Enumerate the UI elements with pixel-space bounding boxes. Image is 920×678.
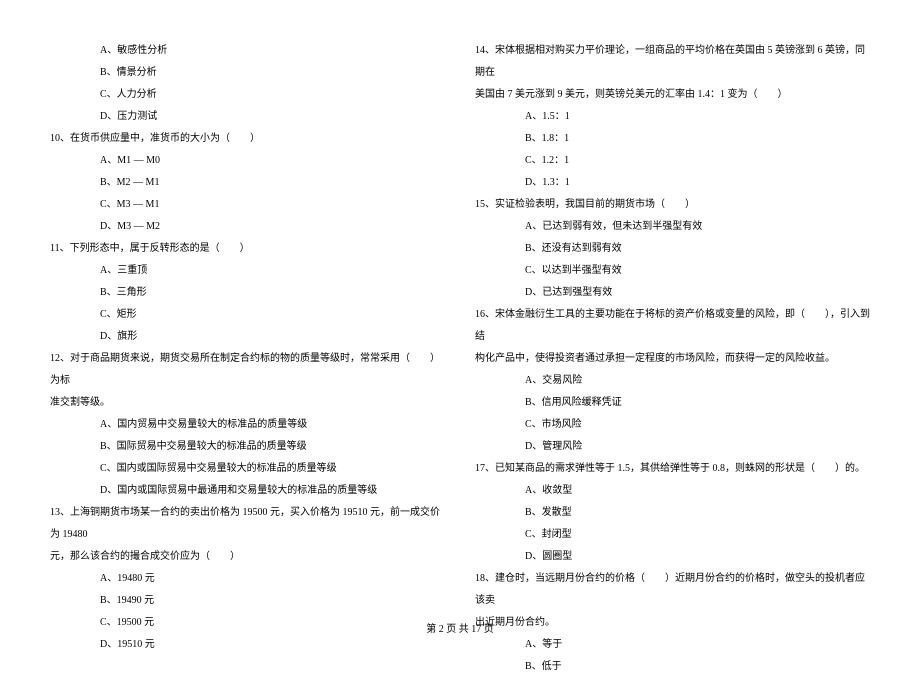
q16-stem-cont: 构化产品中，使得投资者通过承担一定程度的市场风险，而获得一定的风险收益。 bbox=[475, 348, 870, 370]
q15-option-d: D、已达到强型有效 bbox=[525, 282, 870, 304]
q13-option-b: B、19490 元 bbox=[100, 590, 445, 612]
q17-stem: 17、已知某商品的需求弹性等于 1.5，其供给弹性等于 0.8，则蛛网的形状是（… bbox=[475, 458, 870, 480]
q18-option-b: B、低于 bbox=[525, 656, 870, 678]
page-content: A、敏感性分析 B、情景分析 C、人力分析 D、压力测试 10、在货币供应量中，… bbox=[50, 40, 870, 600]
q11-option-d: D、旗形 bbox=[100, 326, 445, 348]
q18-option-a: A、等于 bbox=[525, 634, 870, 656]
q9-option-c: C、人力分析 bbox=[100, 84, 445, 106]
q12-stem: 12、对于商品期货来说，期货交易所在制定合约标的物的质量等级时，常常采用（ ）为… bbox=[50, 348, 445, 392]
q13-stem-cont: 元，那么该合约的撮合成交价应为（ ） bbox=[50, 546, 445, 568]
q16-option-d: D、管理风险 bbox=[525, 436, 870, 458]
q10-stem: 10、在货币供应量中，准货币的大小为（ ） bbox=[50, 128, 445, 150]
q17-option-b: B、发散型 bbox=[525, 502, 870, 524]
q15-stem: 15、实证检验表明，我国目前的期货市场（ ） bbox=[475, 194, 870, 216]
q14-option-d: D、1.3：1 bbox=[525, 172, 870, 194]
q11-option-a: A、三重顶 bbox=[100, 260, 445, 282]
page-footer: 第 2 页 共 17 页 bbox=[0, 620, 920, 635]
q11-stem: 11、下列形态中，属于反转形态的是（ ） bbox=[50, 238, 445, 260]
q12-option-a: A、国内贸易中交易量较大的标准品的质量等级 bbox=[100, 414, 445, 436]
q9-option-a: A、敏感性分析 bbox=[100, 40, 445, 62]
q15-option-a: A、已达到弱有效，但未达到半强型有效 bbox=[525, 216, 870, 238]
q13-option-a: A、19480 元 bbox=[100, 568, 445, 590]
q10-option-a: A、M1 — M0 bbox=[100, 150, 445, 172]
q13-stem: 13、上海铜期货市场某一合约的卖出价格为 19500 元，买入价格为 19510… bbox=[50, 502, 445, 546]
left-column: A、敏感性分析 B、情景分析 C、人力分析 D、压力测试 10、在货币供应量中，… bbox=[50, 40, 445, 600]
q17-option-c: C、封闭型 bbox=[525, 524, 870, 546]
q14-option-a: A、1.5：1 bbox=[525, 106, 870, 128]
q9-option-b: B、情景分析 bbox=[100, 62, 445, 84]
q14-stem: 14、宋体根据相对购买力平价理论，一组商品的平均价格在英国由 5 英镑涨到 6 … bbox=[475, 40, 870, 84]
q14-option-b: B、1.8：1 bbox=[525, 128, 870, 150]
q10-option-d: D、M3 — M2 bbox=[100, 216, 445, 238]
q18-stem: 18、建仓时，当远期月份合约的价格（ ）近期月份合约的价格时，做空头的投机者应该… bbox=[475, 568, 870, 612]
q12-option-c: C、国内或国际贸易中交易量较大的标准品的质量等级 bbox=[100, 458, 445, 480]
q15-option-c: C、以达到半强型有效 bbox=[525, 260, 870, 282]
q15-option-b: B、还没有达到弱有效 bbox=[525, 238, 870, 260]
q9-option-d: D、压力测试 bbox=[100, 106, 445, 128]
q11-option-c: C、矩形 bbox=[100, 304, 445, 326]
q12-option-d: D、国内或国际贸易中最通用和交易量较大的标准品的质量等级 bbox=[100, 480, 445, 502]
q12-stem-cont: 准交割等级。 bbox=[50, 392, 445, 414]
q16-option-b: B、信用风险缓释凭证 bbox=[525, 392, 870, 414]
q13-option-d: D、19510 元 bbox=[100, 634, 445, 656]
q10-option-c: C、M3 — M1 bbox=[100, 194, 445, 216]
q16-option-a: A、交易风险 bbox=[525, 370, 870, 392]
q14-stem-cont: 美国由 7 美元涨到 9 美元，则英镑兑美元的汇率由 1.4：1 变为（ ） bbox=[475, 84, 870, 106]
q12-option-b: B、国际贸易中交易量较大的标准品的质量等级 bbox=[100, 436, 445, 458]
q17-option-d: D、圆圈型 bbox=[525, 546, 870, 568]
q11-option-b: B、三角形 bbox=[100, 282, 445, 304]
q14-option-c: C、1.2：1 bbox=[525, 150, 870, 172]
q17-option-a: A、收敛型 bbox=[525, 480, 870, 502]
q16-option-c: C、市场风险 bbox=[525, 414, 870, 436]
q16-stem: 16、宋体金融衍生工具的主要功能在于将标的资产价格或变量的风险，即（ ），引入到… bbox=[475, 304, 870, 348]
right-column: 14、宋体根据相对购买力平价理论，一组商品的平均价格在英国由 5 英镑涨到 6 … bbox=[475, 40, 870, 600]
q10-option-b: B、M2 — M1 bbox=[100, 172, 445, 194]
